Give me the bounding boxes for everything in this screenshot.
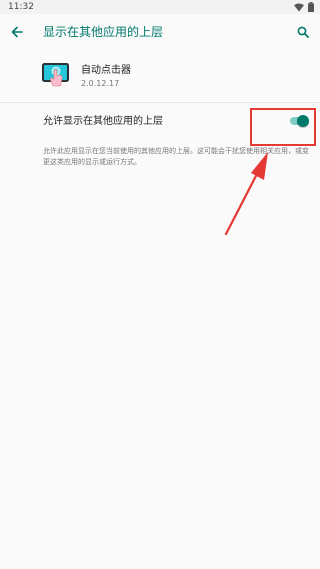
allow-overlay-label: 允许显示在其他应用的上层 <box>43 116 163 127</box>
back-button[interactable] <box>6 21 28 43</box>
app-header: 自动点击器 2.0.12.17 <box>0 50 320 100</box>
red-arrow-annotation <box>224 152 268 236</box>
search-button[interactable] <box>292 21 314 43</box>
app-name: 自动点击器 <box>81 65 131 76</box>
screen: 11:32 显示在其他应用的上层 自动点击器 2.0.12.17 允许显示在其他… <box>0 0 320 569</box>
status-bar: 11:32 <box>0 0 320 14</box>
divider <box>0 102 320 103</box>
app-version: 2.0.12.17 <box>81 79 120 88</box>
search-icon <box>297 26 309 38</box>
battery-icon <box>308 2 314 12</box>
status-time: 11:32 <box>8 2 34 12</box>
arrow-back-icon <box>11 26 23 38</box>
toolbar: 显示在其他应用的上层 <box>0 14 320 50</box>
page-title: 显示在其他应用的上层 <box>43 25 164 39</box>
auto-clicker-app-icon <box>42 63 69 87</box>
status-icons <box>294 2 314 12</box>
wifi-icon <box>294 3 304 11</box>
